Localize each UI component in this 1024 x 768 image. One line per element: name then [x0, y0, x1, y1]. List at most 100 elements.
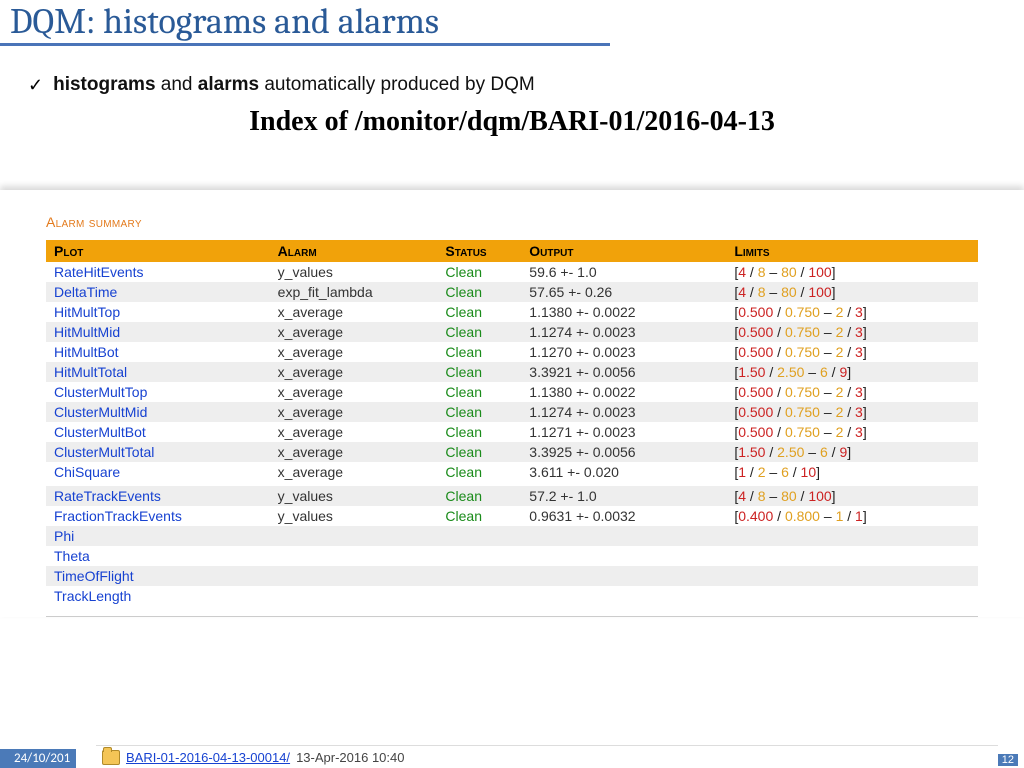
check-icon: ✓	[28, 75, 43, 96]
alarm-cell: x_average	[270, 342, 438, 362]
col-status[interactable]: Status	[437, 240, 521, 262]
table-row: TrackLength	[46, 586, 978, 606]
limits-cell: [1.50 / 2.50 – 6 / 9]	[726, 442, 978, 462]
status-cell: Clean	[437, 462, 521, 484]
status-cell: Clean	[437, 422, 521, 442]
alarm-cell: x_average	[270, 462, 438, 484]
status-cell: Clean	[437, 484, 521, 506]
table-row: ClusterMultTopx_averageClean1.1380 +- 0.…	[46, 382, 978, 402]
output-cell: 57.65 +- 0.26	[521, 282, 726, 302]
table-row: ClusterMultMid x_averageClean1.1274 +- 0.…	[46, 402, 978, 422]
table-header-row: Plot Alarm Status Output Limits	[46, 240, 978, 262]
limits-cell	[726, 586, 978, 606]
status-cell: Clean	[437, 262, 521, 282]
alarm-table: Plot Alarm Status Output Limits RateHitE…	[46, 240, 978, 606]
col-plot[interactable]: Plot	[46, 240, 270, 262]
plot-link[interactable]: ClusterMultBot	[54, 424, 146, 440]
plot-link[interactable]: RateHitEvents	[54, 264, 143, 280]
plot-link[interactable]: ClusterMultTotal	[54, 444, 154, 460]
bullet-strong-1: histograms	[53, 74, 155, 95]
output-cell	[521, 566, 726, 586]
plot-link[interactable]: HitMultTotal	[54, 364, 127, 380]
limits-cell	[726, 566, 978, 586]
status-cell: Clean	[437, 302, 521, 322]
alarm-cell	[270, 546, 438, 566]
status-cell	[437, 586, 521, 606]
table-row: FractionTrackEvents y_valuesClean0.9631 +…	[46, 506, 978, 526]
limits-cell: [1.50 / 2.50 – 6 / 9]	[726, 362, 978, 382]
alarm-cell: y_values	[270, 506, 438, 526]
folder-icon	[102, 750, 120, 765]
col-output[interactable]: Output	[521, 240, 726, 262]
plot-link[interactable]: TrackLength	[54, 588, 131, 604]
plot-link[interactable]: ChiSquare	[54, 464, 120, 480]
table-row: DeltaTimeexp_fit_lambdaClean57.65 +- 0.2…	[46, 282, 978, 302]
output-cell: 3.3925 +- 0.0056	[521, 442, 726, 462]
limits-cell: [4 / 8 – 80 / 100]	[726, 484, 978, 506]
status-cell: Clean	[437, 382, 521, 402]
table-row: ChiSquare x_averageClean3.611 +- 0.020[1 …	[46, 462, 978, 484]
alarm-panel: Alarm summary Plot Alarm Status Output L…	[0, 190, 1024, 617]
output-cell: 1.1380 +- 0.0022	[521, 302, 726, 322]
output-cell: 3.611 +- 0.020	[521, 462, 726, 484]
plot-link[interactable]: RateTrackEvents	[54, 488, 161, 504]
output-cell: 0.9631 +- 0.0032	[521, 506, 726, 526]
limits-cell: [0.500 / 0.750 – 2 / 3]	[726, 422, 978, 442]
plot-link[interactable]: HitMultTop	[54, 304, 120, 320]
limits-cell: [0.500 / 0.750 – 2 / 3]	[726, 342, 978, 362]
status-cell	[437, 566, 521, 586]
plot-link[interactable]: TimeOfFlight	[54, 568, 134, 584]
plot-link[interactable]: ClusterMultMid	[54, 404, 147, 420]
alarm-cell: x_average	[270, 442, 438, 462]
output-cell: 1.1274 +- 0.0023	[521, 322, 726, 342]
alarm-cell: x_average	[270, 302, 438, 322]
alarm-cell	[270, 566, 438, 586]
directory-link[interactable]: BARI-01-2016-04-13-00014/	[126, 750, 290, 765]
plot-link[interactable]: ClusterMultTop	[54, 384, 147, 400]
limits-cell: [1 / 2 – 6 / 10]	[726, 462, 978, 484]
alarm-cell	[270, 526, 438, 546]
alarm-cell	[270, 586, 438, 606]
table-row: RateTrackEvents y_valuesClean57.2 +- 1.0[…	[46, 484, 978, 506]
status-cell: Clean	[437, 322, 521, 342]
alarm-cell: x_average	[270, 402, 438, 422]
table-row: HitMultTop x_averageClean1.1380 +- 0.0022…	[46, 302, 978, 322]
output-cell: 57.2 +- 1.0	[521, 484, 726, 506]
col-alarm[interactable]: Alarm	[270, 240, 438, 262]
limits-cell	[726, 546, 978, 566]
alarm-summary-label: Alarm summary	[46, 214, 978, 230]
limits-cell: [0.500 / 0.750 – 2 / 3]	[726, 322, 978, 342]
limits-cell: [0.400 / 0.800 – 1 / 1]	[726, 506, 978, 526]
plot-link[interactable]: FractionTrackEvents	[54, 508, 182, 524]
alarm-cell: y_values	[270, 262, 438, 282]
table-row: HitMultTotalx_averageClean3.3921 +- 0.00…	[46, 362, 978, 382]
alarm-cell: x_average	[270, 382, 438, 402]
status-cell: Clean	[437, 506, 521, 526]
directory-strip: BARI-01-2016-04-13-00014/ 13-Apr-2016 10…	[96, 745, 998, 768]
status-cell	[437, 526, 521, 546]
alarm-cell: x_average	[270, 362, 438, 382]
directory-date: 13-Apr-2016 10:40	[296, 750, 404, 765]
status-cell: Clean	[437, 402, 521, 422]
plot-link[interactable]: Theta	[54, 548, 90, 564]
output-cell	[521, 526, 726, 546]
slide-footer: 24/10/201 BARI-01-2016-04-13-00014/ 13-A…	[0, 746, 1024, 768]
output-cell: 1.1274 +- 0.0023	[521, 402, 726, 422]
plot-link[interactable]: DeltaTime	[54, 284, 117, 300]
output-cell	[521, 586, 726, 606]
plot-link[interactable]: HitMultBot	[54, 344, 119, 360]
status-cell: Clean	[437, 362, 521, 382]
alarm-cell: y_values	[270, 484, 438, 506]
page-number: 12	[998, 754, 1018, 766]
bullet-line: ✓ histograms and alarms automatically pr…	[28, 74, 1024, 96]
table-row: HitMultMid x_averageClean1.1274 +- 0.0023…	[46, 322, 978, 342]
alarm-cell: x_average	[270, 322, 438, 342]
col-limits[interactable]: Limits	[726, 240, 978, 262]
alarm-cell: x_average	[270, 422, 438, 442]
limits-cell: [0.500 / 0.750 – 2 / 3]	[726, 382, 978, 402]
table-row: ClusterMultTotalx_averageClean3.3925 +- …	[46, 442, 978, 462]
limits-cell	[726, 526, 978, 546]
plot-link[interactable]: HitMultMid	[54, 324, 120, 340]
plot-link[interactable]: Phi	[54, 528, 74, 544]
output-cell	[521, 546, 726, 566]
